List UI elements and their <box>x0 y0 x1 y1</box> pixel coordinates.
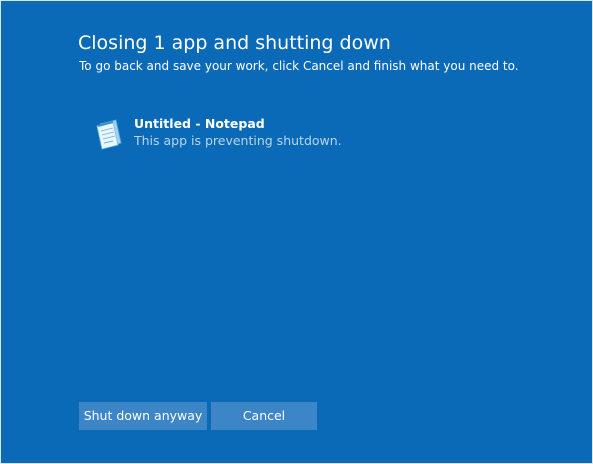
blocking-app-item: Untitled - Notepad This app is preventin… <box>94 115 342 151</box>
dialog-title: Closing 1 app and shutting down <box>78 32 391 54</box>
app-text: Untitled - Notepad This app is preventin… <box>134 116 342 149</box>
shut-down-anyway-button[interactable]: Shut down anyway <box>79 402 207 430</box>
dialog-subtitle: To go back and save your work, click Can… <box>79 59 519 73</box>
button-row: Shut down anyway Cancel <box>79 402 317 430</box>
app-status: This app is preventing shutdown. <box>134 133 342 148</box>
cancel-button[interactable]: Cancel <box>211 402 317 430</box>
app-name: Untitled - Notepad <box>134 116 265 131</box>
notepad-icon <box>96 119 122 150</box>
